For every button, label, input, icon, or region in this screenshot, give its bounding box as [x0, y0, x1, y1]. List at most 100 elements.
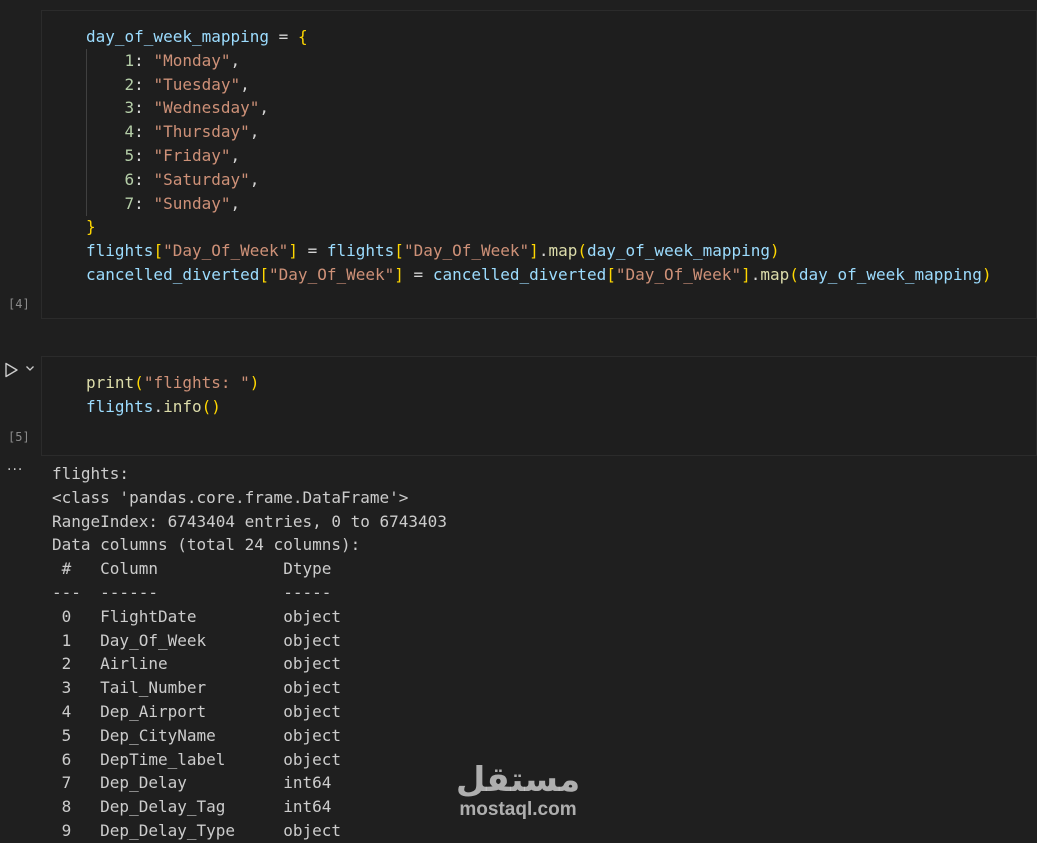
code-token: map [548, 241, 578, 261]
code-token: : [134, 193, 154, 213]
output-line: 5 Dep_CityName object [52, 725, 341, 745]
code-token: , [230, 145, 241, 165]
code-token: "Monday" [153, 50, 231, 70]
code-token: 3 [124, 98, 135, 118]
watermark-url: mostaql.com [459, 799, 577, 820]
code-token: ) [249, 373, 260, 392]
code-line: 5: "Friday", [86, 144, 992, 168]
code-token: flights [86, 241, 154, 261]
code-cell-4[interactable]: day_of_week_mapping = { 1: "Monday", 2: … [41, 10, 1037, 319]
output-line: <class 'pandas.core.frame.DataFrame'> [52, 487, 409, 507]
code-token: cancelled_diverted [86, 264, 260, 284]
code-token: ] [529, 241, 539, 261]
code-token: . [538, 241, 549, 261]
code-token: } [86, 217, 96, 237]
cell-4-source[interactable]: day_of_week_mapping = { 1: "Monday", 2: … [86, 25, 992, 287]
code-token: , [230, 50, 241, 70]
play-icon[interactable] [3, 362, 19, 378]
output-line: # Column Dtype [52, 559, 341, 579]
output-line: 6 DepTime_label object [52, 749, 341, 769]
output-line: 3 Tail_Number object [52, 678, 341, 698]
code-cell-5[interactable]: print("flights: ") flights.info() [41, 356, 1037, 456]
code-line: day_of_week_mapping = { [86, 25, 992, 49]
code-token: ) [770, 241, 780, 261]
cell-5-output: flights: <class 'pandas.core.frame.DataFr… [52, 462, 447, 843]
mostaql-watermark: مستقل mostaql.com [452, 760, 584, 820]
code-token: ] [394, 264, 404, 284]
output-line: flights: [52, 464, 130, 483]
output-line: --- ------ ----- [52, 582, 341, 602]
more-actions-icon[interactable]: ··· [7, 462, 23, 478]
code-token: [ [394, 241, 404, 261]
output-line: RangeIndex: 6743404 entries, 0 to 674340… [52, 511, 447, 531]
code-token: 1 [124, 50, 135, 70]
code-line: flights["Day_Of_Week"] = flights["Day_Of… [86, 239, 992, 263]
output-line: 4 Dep_Airport object [52, 701, 341, 721]
code-line: flights.info() [86, 395, 259, 419]
code-token: "Saturday" [153, 169, 250, 189]
code-token: , [249, 169, 260, 189]
code-token: [ [259, 264, 270, 284]
output-line: 7 Dep_Delay int64 [52, 773, 341, 793]
code-token: "Day_Of_Week" [615, 264, 742, 284]
output-line: 8 Dep_Delay_Tag int64 [52, 797, 341, 817]
code-token: info [163, 396, 202, 416]
code-token: "Friday" [153, 145, 231, 165]
output-line: 1 Day_Of_Week object [52, 630, 341, 650]
output-line: 2 Airline object [52, 654, 341, 674]
code-token: map [760, 264, 790, 284]
code-line: 7: "Sunday", [86, 192, 992, 216]
code-token: ( [577, 241, 587, 261]
code-line: 3: "Wednesday", [86, 96, 992, 120]
code-token: ] [288, 241, 298, 261]
code-token: = [403, 264, 433, 284]
code-token: : [134, 145, 154, 165]
code-token: "Sunday" [153, 193, 231, 213]
code-line: 6: "Saturday", [86, 168, 992, 192]
code-line: cancelled_diverted["Day_Of_Week"] = canc… [86, 263, 992, 287]
code-token: : [134, 98, 154, 118]
code-token: "Day_Of_Week" [163, 241, 289, 261]
cell-5-source[interactable]: print("flights: ") flights.info() [86, 371, 259, 419]
code-token: ( [134, 373, 144, 392]
code-token: "Tuesday" [153, 74, 241, 94]
code-line: print("flights: ") [86, 371, 259, 395]
code-token: "Thursday" [153, 122, 250, 142]
code-token: 6 [124, 169, 135, 189]
code-token: : [134, 169, 154, 189]
code-token: : [134, 74, 154, 94]
code-token: . [153, 396, 164, 416]
code-token: ) [981, 264, 992, 284]
chevron-down-icon[interactable] [25, 363, 35, 373]
code-token: = [297, 241, 327, 261]
code-token: cancelled_diverted [432, 264, 607, 284]
code-token: "Day_Of_Week" [269, 264, 395, 284]
code-token: , [259, 98, 270, 118]
code-token: . [750, 264, 761, 284]
code-line: 1: "Monday", [86, 49, 992, 73]
code-token: 5 [124, 145, 135, 165]
code-line: } [86, 215, 992, 239]
code-token: ] [741, 264, 751, 284]
output-line: 9 Dep_Delay_Type object [52, 820, 341, 840]
code-token: ) [211, 396, 221, 416]
code-token: { [297, 27, 308, 46]
code-token: "Day_Of_Week" [403, 241, 530, 261]
code-token: : [134, 122, 154, 142]
code-token: , [249, 122, 260, 142]
output-line: Data columns (total 24 columns): [52, 535, 361, 555]
code-line: 4: "Thursday", [86, 120, 992, 144]
code-token: "Wednesday" [153, 98, 260, 118]
watermark-logo: مستقل [455, 760, 581, 800]
code-token: ( [789, 264, 799, 284]
code-token: , [230, 193, 241, 213]
code-token: = [269, 27, 298, 46]
execution-count-5: [5] [8, 430, 30, 444]
code-token: day_of_week_mapping [86, 27, 270, 46]
code-token: [ [606, 264, 616, 284]
